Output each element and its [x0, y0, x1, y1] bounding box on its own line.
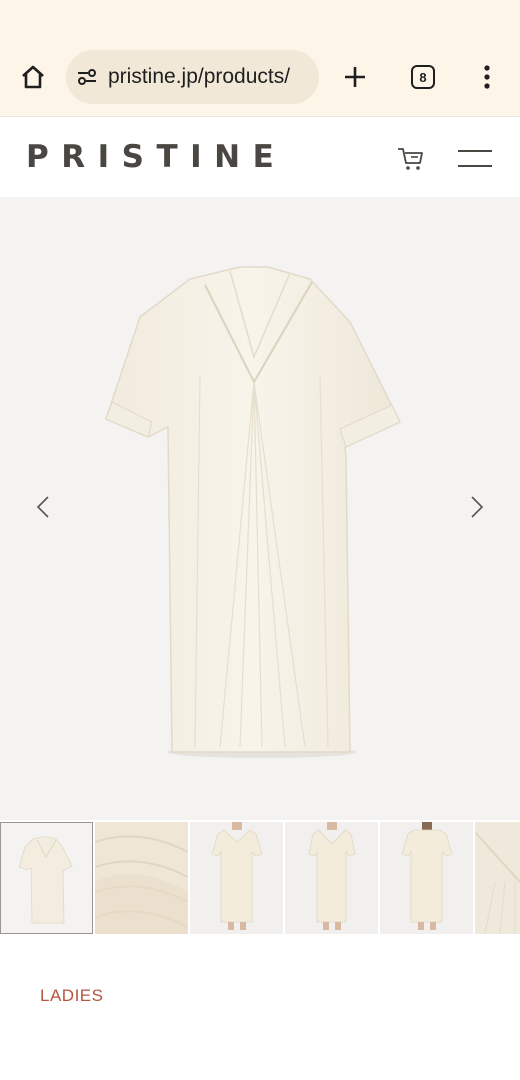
address-bar[interactable]: pristine.jp/products/: [66, 50, 319, 104]
browser-menu-button[interactable]: [468, 58, 506, 96]
thumbnail-model-back[interactable]: [380, 822, 473, 934]
thumbnail-flat-dress[interactable]: [0, 822, 93, 934]
site-header: PRISTINE: [0, 116, 520, 197]
next-image-button[interactable]: [459, 487, 495, 527]
chevron-right-icon: [471, 496, 484, 518]
tab-switcher-button[interactable]: 8: [404, 58, 442, 96]
previous-image-button[interactable]: [25, 487, 61, 527]
hamburger-menu-button[interactable]: [458, 141, 496, 175]
plus-icon: [345, 67, 365, 87]
product-category[interactable]: LADIES: [40, 986, 103, 1006]
browser-toolbar: pristine.jp/products/ 8: [0, 0, 520, 116]
cart-button[interactable]: [394, 141, 428, 175]
thumbnail-fabric-detail[interactable]: [95, 822, 188, 934]
site-logo[interactable]: PRISTINE: [26, 139, 286, 175]
more-vertical-icon: [484, 65, 490, 89]
thumbnail-strip: [0, 822, 520, 934]
home-button[interactable]: [14, 58, 52, 96]
thumbnail-model-front[interactable]: [190, 822, 283, 934]
home-icon: [22, 65, 44, 89]
new-tab-button[interactable]: [336, 58, 374, 96]
chevron-left-icon: [36, 496, 49, 518]
menu-line-bottom: [458, 164, 492, 167]
cart-icon: [398, 148, 423, 170]
menu-line-top: [458, 149, 492, 152]
url-text[interactable]: pristine.jp/products/: [108, 65, 290, 89]
tab-count-badge: 8: [411, 65, 435, 89]
product-image: [105, 266, 402, 758]
site-settings-icon[interactable]: [74, 64, 100, 90]
product-image-carousel[interactable]: [0, 197, 520, 820]
thumbnail-model-front-2[interactable]: [285, 822, 378, 934]
thumbnail-collar-detail[interactable]: [475, 822, 520, 934]
